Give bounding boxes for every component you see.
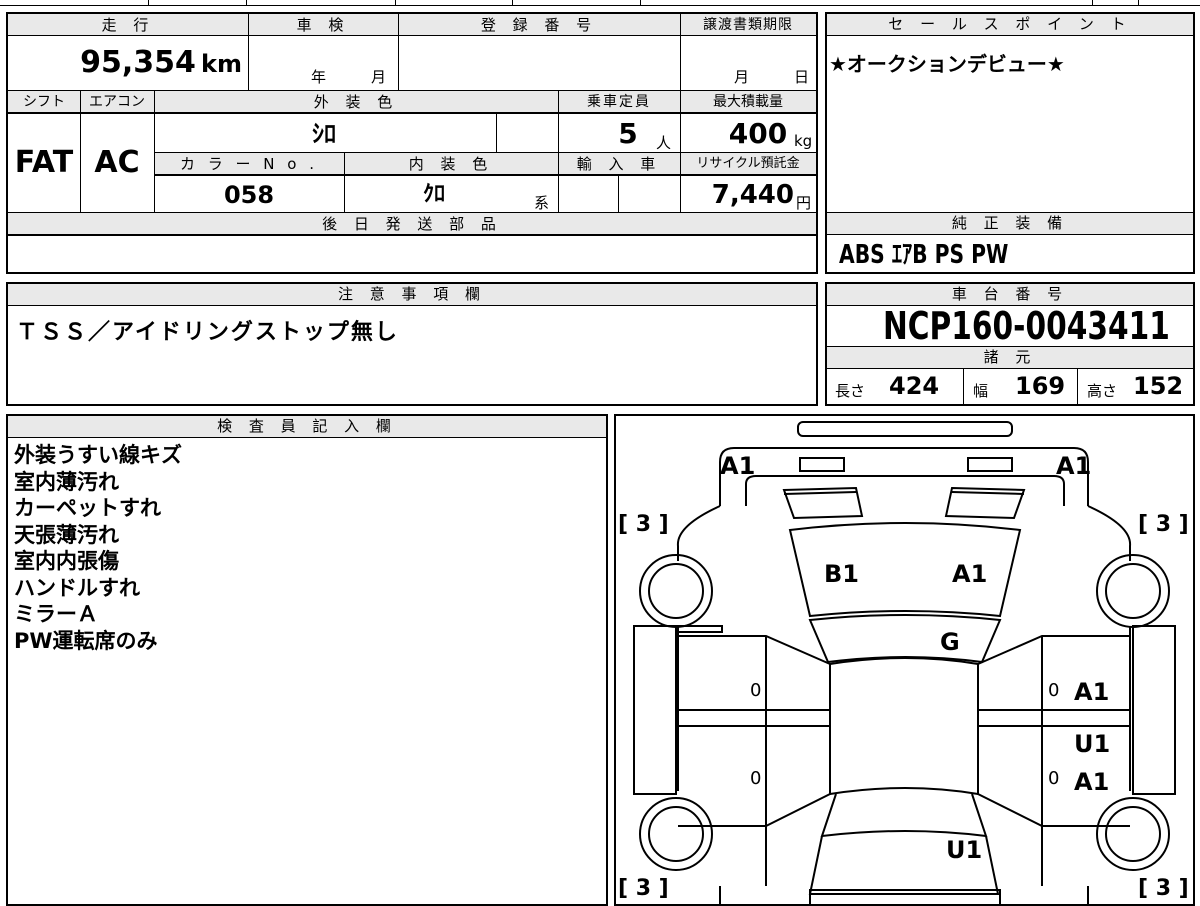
inspector-line: PW運転席のみ bbox=[14, 628, 158, 653]
recycle-label: リサイクル預託金 bbox=[696, 156, 800, 171]
mileage-number: 95,354 bbox=[80, 45, 196, 80]
tire-tread-front-left: [ 3 ] bbox=[618, 512, 669, 537]
capacity-value: 5 bbox=[618, 117, 638, 150]
interior-color-label: 内 装 色 bbox=[408, 155, 494, 173]
max-load-unit: kg bbox=[794, 132, 813, 150]
capacity-unit: 人 bbox=[656, 134, 672, 152]
equipment-value: ABS ｴｱB PS PW bbox=[839, 240, 1009, 270]
mark-right-middle: U1 bbox=[1074, 730, 1111, 758]
inspector-line: ハンドルすれ bbox=[14, 575, 140, 600]
inspector-line: 外装うすい線キズ bbox=[14, 443, 182, 467]
import-label: 輸 入 車 bbox=[576, 155, 662, 173]
width-label: 幅 bbox=[973, 382, 989, 400]
inspector-label: 検 査 員 記 入 欄 bbox=[8, 416, 606, 438]
tire-tread-rear-left: [ 3 ] bbox=[618, 876, 669, 901]
length-value: 424 bbox=[889, 372, 940, 400]
mark-front-left: A1 bbox=[720, 452, 756, 480]
sales-point-text: ★オークションデビュー★ bbox=[829, 52, 1065, 76]
height-label: 高さ bbox=[1087, 382, 1118, 400]
transfer-deadline-label: 譲渡書類期限 bbox=[703, 17, 793, 33]
car-diagram-panel: A1 A1 B1 A1 G A1 U1 A1 U1 0 0 0 0 [ 3 ] … bbox=[614, 414, 1195, 906]
dimensions-label: 諸 元 bbox=[827, 347, 1193, 369]
mark-right-rear-door: A1 bbox=[1074, 768, 1110, 796]
ac-value: AC bbox=[94, 145, 140, 180]
chassis-number: NCP160-0043411 bbox=[883, 304, 1170, 348]
width-value: 169 bbox=[1015, 372, 1066, 400]
mileage-value: 95,354 km bbox=[8, 36, 246, 90]
recycle-unit: 円 bbox=[796, 194, 812, 212]
mark-windshield: G bbox=[940, 628, 960, 656]
equipment-label: 純 正 装 備 bbox=[827, 213, 1193, 235]
notes-label: 注 意 事 項 欄 bbox=[8, 284, 816, 306]
tire-tread-front-right: [ 3 ] bbox=[1138, 512, 1189, 537]
max-load-value: 400 bbox=[728, 117, 788, 150]
inspector-line: 天張薄汚れ bbox=[14, 522, 119, 547]
interior-color-value: ｸﾛ bbox=[422, 182, 445, 207]
sales-point-label: セ ー ル ス ポ イ ン ト bbox=[827, 14, 1193, 36]
inspection-month-unit: 月 bbox=[371, 68, 387, 86]
ac-label: エアコン bbox=[89, 94, 145, 110]
sales-point-panel: セ ー ル ス ポ イ ン ト ★オークションデビュー★ 純 正 装 備 ABS… bbox=[825, 12, 1195, 274]
inspection-label: 車 検 bbox=[296, 16, 350, 34]
inspector-panel: 検 査 員 記 入 欄 外装うすい線キズ 室内薄汚れ カーペットすれ 天張薄汚れ… bbox=[6, 414, 608, 906]
later-parts-label: 後 日 発 送 部 品 bbox=[322, 215, 502, 233]
color-no-label: カ ラ ー N o . bbox=[179, 155, 318, 173]
registration-label: 登 録 番 号 bbox=[480, 16, 598, 34]
transfer-day-unit: 日 bbox=[794, 68, 810, 86]
max-load-label: 最大積載量 bbox=[713, 94, 783, 110]
inspector-notes: 外装うすい線キズ 室内薄汚れ カーペットすれ 天張薄汚れ 室内内張傷 ハンドルす… bbox=[14, 442, 182, 654]
transfer-month-unit: 月 bbox=[734, 68, 750, 86]
door-zero-left-rear: 0 bbox=[750, 768, 762, 789]
height-value: 152 bbox=[1133, 372, 1184, 400]
inspector-line: カーペットすれ bbox=[14, 496, 161, 520]
inspection-year-unit: 年 bbox=[311, 68, 327, 86]
mark-front-right: A1 bbox=[1056, 452, 1092, 480]
mileage-label: 走 行 bbox=[101, 16, 155, 34]
shift-label: シフト bbox=[23, 94, 65, 110]
car-outline-diagram bbox=[633, 421, 1176, 904]
equipment-text: ABS ｴｱB PS PW bbox=[839, 238, 1056, 272]
door-zero-left-front: 0 bbox=[750, 680, 762, 701]
door-zero-right-rear: 0 bbox=[1048, 768, 1060, 789]
notes-panel: 注 意 事 項 欄 ＴＳＳ／アイドリングストップ無し bbox=[6, 282, 818, 406]
chassis-number-wrap: NCP160-0043411 bbox=[883, 306, 1200, 346]
mark-right-front-door: A1 bbox=[1074, 678, 1110, 706]
recycle-value: 7,440 bbox=[711, 180, 794, 210]
shift-value: FAT bbox=[14, 145, 74, 180]
capacity-label: 乗車定員 bbox=[587, 94, 651, 110]
spec-table: 走 行 車 検 登 録 番 号 譲渡書類期限 95,354 km 年 月 月 日… bbox=[6, 12, 818, 274]
mark-hood-right: A1 bbox=[952, 560, 988, 588]
mark-hood-left: B1 bbox=[824, 560, 859, 588]
color-no-value: 058 bbox=[223, 181, 275, 209]
length-label: 長さ bbox=[835, 382, 866, 400]
exterior-color-label: 外 装 色 bbox=[313, 93, 399, 111]
tire-tread-rear-right: [ 3 ] bbox=[1138, 876, 1189, 901]
chassis-panel: 車 台 番 号 NCP160-0043411 諸 元 長さ 424 幅 169 … bbox=[825, 282, 1195, 406]
mark-rear: U1 bbox=[946, 836, 983, 864]
inspector-line: 室内薄汚れ bbox=[14, 469, 119, 494]
top-cutoff-strip bbox=[0, 0, 1200, 6]
inspector-line: 室内内張傷 bbox=[14, 549, 119, 573]
exterior-color-value: ｼﾛ bbox=[312, 120, 336, 148]
inspector-line: ミラーＡ bbox=[14, 602, 98, 626]
mileage-unit: km bbox=[201, 50, 242, 78]
notes-text: ＴＳＳ／アイドリングストップ無し bbox=[16, 320, 399, 345]
chassis-label: 車 台 番 号 bbox=[827, 284, 1193, 306]
door-zero-right-front: 0 bbox=[1048, 680, 1060, 701]
interior-color-suffix: 系 bbox=[534, 194, 550, 212]
